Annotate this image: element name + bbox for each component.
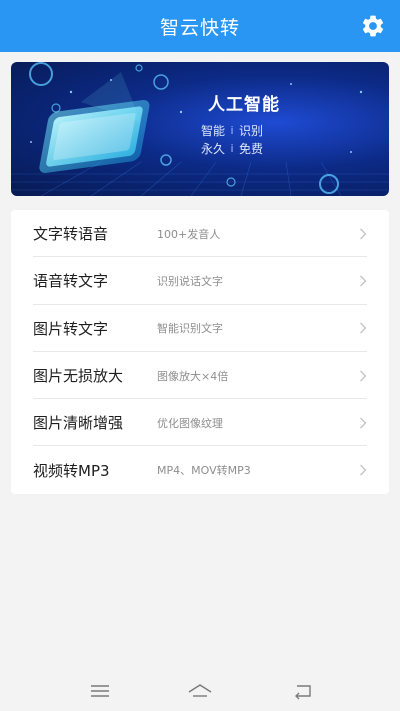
page-title: 智云快转 <box>159 16 240 39</box>
menu-item-image-to-text[interactable]: 图片转文字 智能识别文字 <box>11 305 389 353</box>
gear-icon <box>362 15 384 37</box>
menu-item-desc: MP4、MOV转MP3 <box>157 464 251 478</box>
feature-list: 文字转语音 100+发音人 语音转文字 识别说话文字 图片转文字 智能识别文字 … <box>11 210 389 494</box>
app-header: 智云快转 <box>0 0 400 52</box>
settings-button[interactable] <box>360 13 386 39</box>
system-nav-bar <box>0 672 400 711</box>
menu-item-image-upscale[interactable]: 图片无损放大 图像放大×4倍 <box>11 352 389 400</box>
menu-item-desc: 图像放大×4倍 <box>157 369 229 383</box>
menu-item-title: 文字转语音 <box>33 225 109 244</box>
chevron-right-icon <box>360 417 367 429</box>
home-button[interactable] <box>187 682 213 700</box>
banner-title: 人工智能 <box>208 95 280 115</box>
home-icon <box>188 684 212 697</box>
chevron-right-icon <box>360 322 367 334</box>
menu-item-title: 语音转文字 <box>33 272 109 291</box>
menu-item-title: 图片转文字 <box>33 319 109 338</box>
recent-apps-button[interactable] <box>87 682 113 700</box>
back-button[interactable] <box>290 682 316 700</box>
chevron-right-icon <box>360 464 367 476</box>
banner-tagline-1: 智能 i 识别 <box>201 122 263 139</box>
menu-item-desc: 识别说话文字 <box>157 274 223 288</box>
menu-item-title: 图片清晰增强 <box>33 414 124 433</box>
banner-separator: i <box>230 142 234 155</box>
banner-tag-forever: 永久 <box>201 142 226 156</box>
banner-tag-recognize: 识别 <box>239 124 264 138</box>
back-icon <box>295 685 311 700</box>
menu-item-desc: 优化图像纹理 <box>157 416 223 430</box>
chevron-right-icon <box>360 370 367 381</box>
banner-tag-smart: 智能 <box>201 124 226 138</box>
menu-item-desc: 100+发音人 <box>157 227 221 241</box>
menu-item-video-to-mp3[interactable]: 视频转MP3 MP4、MOV转MP3 <box>11 446 389 493</box>
ai-banner[interactable]: 人工智能 智能 i 识别 永久 i 免费 <box>11 62 389 196</box>
menu-item-desc: 智能识别文字 <box>157 322 223 336</box>
smartphone-hologram-illustration <box>11 62 389 196</box>
menu-icon <box>91 685 109 697</box>
chevron-right-icon <box>360 275 367 287</box>
chevron-right-icon <box>360 228 367 240</box>
menu-item-title: 视频转MP3 <box>33 461 110 480</box>
banner-tag-free: 免费 <box>239 142 264 156</box>
menu-item-text-to-speech[interactable]: 文字转语音 100+发音人 <box>11 210 389 258</box>
menu-item-speech-to-text[interactable]: 语音转文字 识别说话文字 <box>11 257 389 305</box>
menu-item-image-enhance[interactable]: 图片清晰增强 优化图像纹理 <box>11 399 389 447</box>
banner-tagline-2: 永久 i 免费 <box>201 140 263 157</box>
banner-separator: i <box>230 124 234 137</box>
menu-item-title: 图片无损放大 <box>33 367 124 386</box>
